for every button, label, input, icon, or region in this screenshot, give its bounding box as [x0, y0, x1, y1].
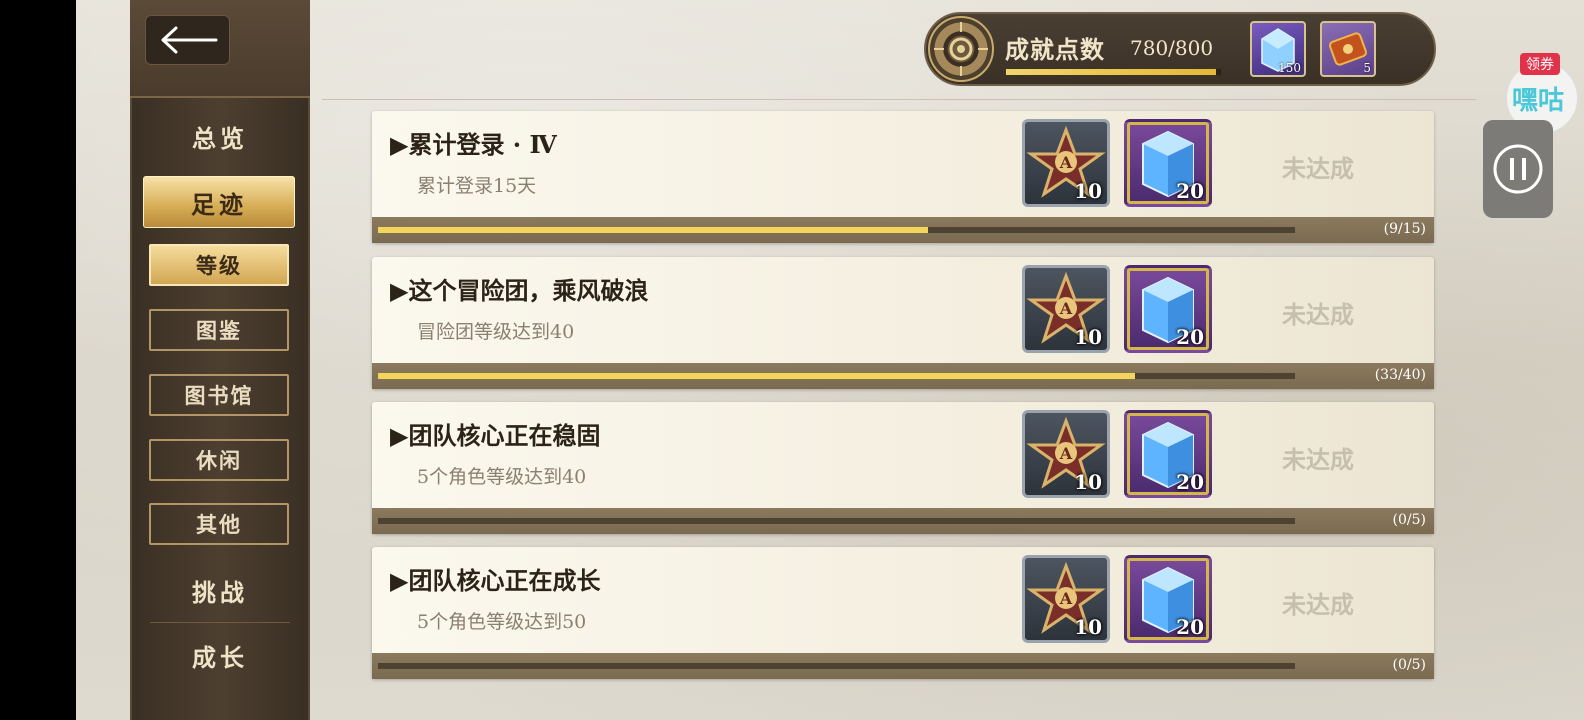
points-label: 成就点数 — [1005, 35, 1105, 64]
achievement-description: 冒险团等级达到40 — [417, 321, 575, 343]
progress-count: (0/5) — [1392, 657, 1426, 673]
nav-sub-library[interactable]: 图书馆 — [149, 374, 289, 416]
scroll-ticket-icon[interactable]: 5 — [1320, 21, 1376, 77]
achievement-title: ▶这个冒险团，乘风破浪 — [390, 276, 649, 305]
achievement-description: 5个角色等级达到40 — [417, 466, 587, 488]
nav-sub-codex[interactable]: 图鉴 — [149, 309, 289, 351]
crystal-reward-icon[interactable]: 20 — [1124, 410, 1212, 498]
points-progress-fill — [1006, 69, 1216, 75]
achievement-progress-bar: (0/5) — [372, 653, 1434, 679]
achievement-title: ▶累计登录 · Ⅳ — [390, 130, 557, 159]
progress-track — [378, 518, 1295, 524]
reward-count: 20 — [1176, 615, 1204, 639]
nav-sub-leisure[interactable]: 休闲 — [149, 439, 289, 481]
svg-text:A: A — [1059, 299, 1073, 318]
achievement-medal-icon — [928, 16, 994, 82]
back-button[interactable] — [145, 15, 230, 65]
nav-challenge[interactable]: 挑战 — [130, 565, 310, 615]
achievement-description: 累计登录15天 — [417, 175, 537, 197]
nav-divider — [150, 622, 290, 623]
crystal-reward-icon[interactable]: 20 — [1124, 555, 1212, 643]
star-medal-reward-icon[interactable]: A 10 — [1022, 410, 1110, 498]
status-label: 未达成 — [1282, 154, 1354, 183]
star-medal-reward-icon[interactable]: A 10 — [1022, 265, 1110, 353]
progress-track — [378, 663, 1295, 669]
nav-sub-level[interactable]: 等级 — [149, 244, 289, 286]
progress-track — [378, 227, 1295, 233]
achievement-progress-bar: (0/5) — [372, 508, 1434, 534]
reward-count: 20 — [1176, 179, 1204, 203]
ad-logo-text: 嘿咕 — [1512, 86, 1565, 116]
progress-fill — [378, 373, 1135, 379]
reward-count: 20 — [1176, 325, 1204, 349]
pause-button[interactable] — [1483, 120, 1553, 218]
svg-text:A: A — [1059, 444, 1073, 463]
achievement-card[interactable]: ▶这个冒险团，乘风破浪 冒险团等级达到40 A 10 20 未达成 (33/40… — [372, 257, 1434, 389]
progress-track — [378, 373, 1295, 379]
achievement-title: ▶团队核心正在成长 — [390, 566, 601, 595]
progress-count: (33/40) — [1374, 367, 1426, 383]
reward-count: 10 — [1074, 470, 1102, 494]
ticket-count: 5 — [1363, 61, 1371, 75]
blue-crystal-icon[interactable]: 150 — [1250, 21, 1306, 77]
pause-icon — [1493, 144, 1543, 194]
arrow-left-icon — [161, 26, 217, 54]
svg-text:A: A — [1059, 589, 1073, 608]
progress-count: (9/15) — [1383, 221, 1426, 237]
coupon-badge[interactable]: 领券 — [1520, 53, 1560, 75]
achievement-card[interactable]: ▶累计登录 · Ⅳ 累计登录15天 A 10 20 未达成 (9/15) — [372, 111, 1434, 243]
points-value: 780/800 — [1130, 36, 1214, 60]
nav-sub-other[interactable]: 其他 — [149, 503, 289, 545]
achievement-progress-bar: (33/40) — [372, 363, 1434, 389]
crystal-reward-icon[interactable]: 20 — [1124, 119, 1212, 207]
reward-count: 20 — [1176, 470, 1204, 494]
reward-count: 10 — [1074, 325, 1102, 349]
progress-count: (0/5) — [1392, 512, 1426, 528]
reward-count: 10 — [1074, 179, 1102, 203]
star-medal-reward-icon[interactable]: A 10 — [1022, 555, 1110, 643]
achievement-card[interactable]: ▶团队核心正在稳固 5个角色等级达到40 A 10 20 未达成 (0/5) — [372, 402, 1434, 534]
achievement-title: ▶团队核心正在稳固 — [390, 421, 601, 450]
achievement-progress-bar: (9/15) — [372, 217, 1434, 243]
points-progress-track — [1006, 69, 1221, 75]
status-label: 未达成 — [1282, 590, 1354, 619]
reward-count: 10 — [1074, 615, 1102, 639]
nav-footprint[interactable]: 足迹 — [143, 176, 295, 228]
star-medal-reward-icon[interactable]: A 10 — [1022, 119, 1110, 207]
status-label: 未达成 — [1282, 300, 1354, 329]
nav-overview[interactable]: 总览 — [130, 111, 310, 161]
crystal-reward-icon[interactable]: 20 — [1124, 265, 1212, 353]
nav-growth[interactable]: 成长 — [130, 630, 310, 680]
svg-text:A: A — [1059, 153, 1073, 172]
achievement-description: 5个角色等级达到50 — [417, 611, 587, 633]
header-divider — [322, 99, 1476, 100]
crystal-count: 150 — [1278, 61, 1301, 75]
achievement-card[interactable]: ▶团队核心正在成长 5个角色等级达到50 A 10 20 未达成 (0/5) — [372, 547, 1434, 679]
progress-fill — [378, 227, 929, 233]
status-label: 未达成 — [1282, 445, 1354, 474]
